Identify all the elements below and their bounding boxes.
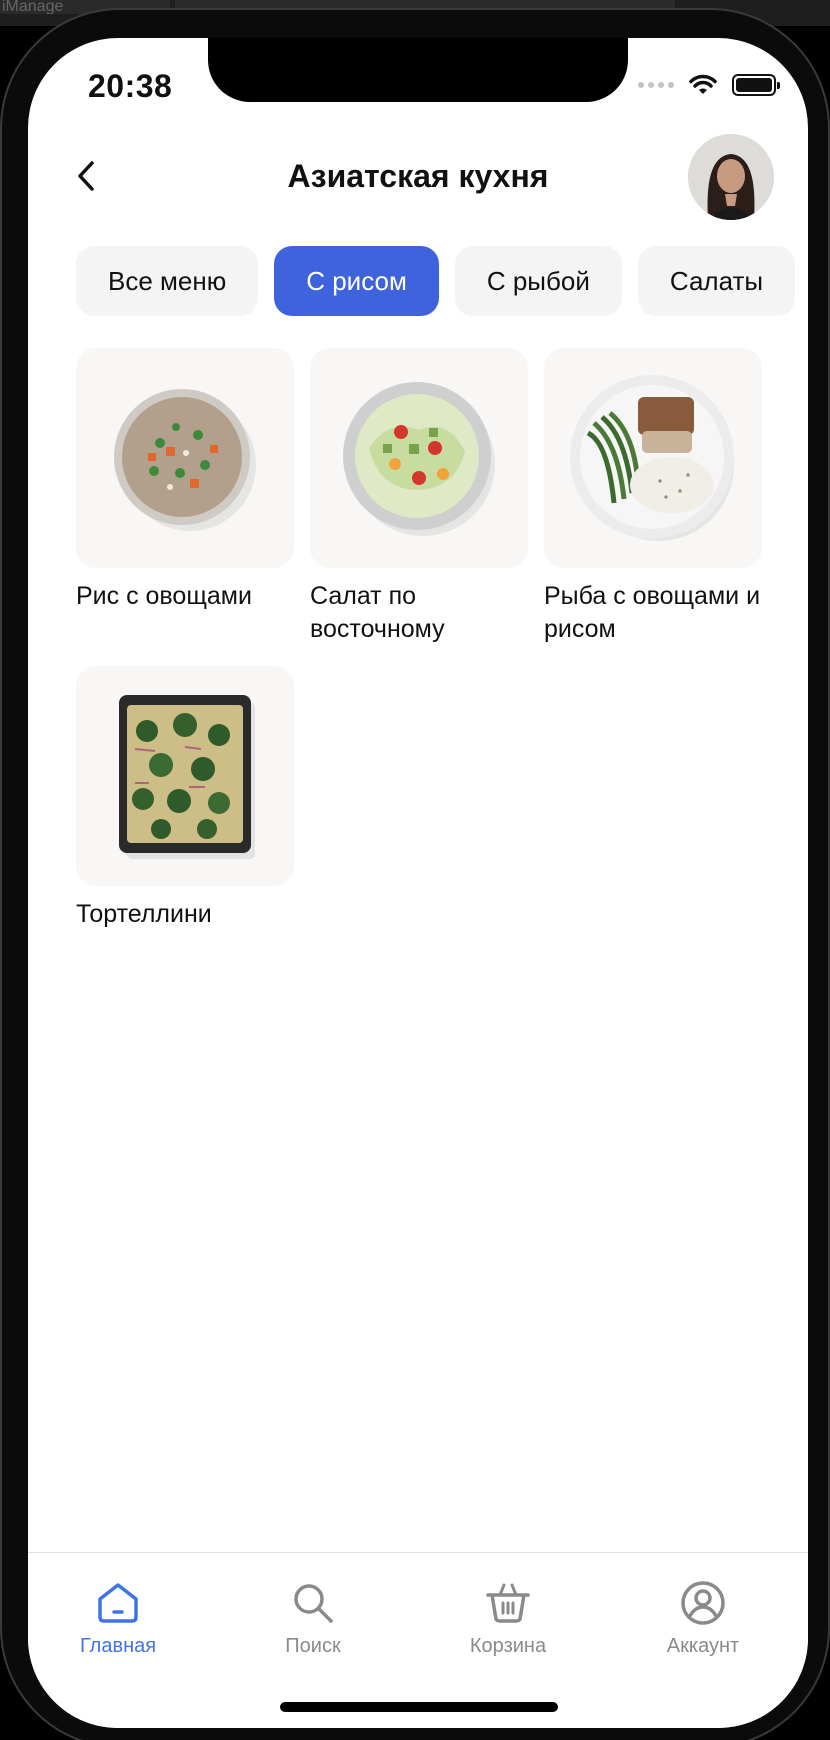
dish-name: Салат по восточному	[310, 582, 445, 643]
chevron-left-icon	[78, 161, 94, 191]
back-button[interactable]	[64, 154, 108, 198]
dish-card[interactable]: Рис с овощами	[76, 348, 294, 613]
home-indicator[interactable]	[280, 1702, 558, 1712]
status-icons	[638, 74, 780, 96]
status-time: 20:38	[88, 68, 173, 104]
battery-icon	[732, 74, 780, 96]
chip-salads[interactable]: Салаты	[637, 246, 796, 316]
tab-label: Аккаунт	[666, 1635, 740, 1657]
dish-card[interactable]: Рыба с овощами и рисом	[544, 348, 762, 646]
dish-image-fish-vegetables-rice	[544, 348, 762, 568]
chip-with-rice[interactable]: С рисом	[274, 246, 439, 316]
tab-label: Главная	[79, 1635, 157, 1657]
dish-name: Рис с овощами	[76, 582, 252, 610]
chip-with-fish[interactable]: С рыбой	[454, 246, 622, 316]
dish-name: Тортеллини	[76, 900, 212, 928]
dish-image-oriental-salad	[310, 348, 528, 568]
header: Азиатская кухня	[28, 134, 808, 234]
wifi-icon	[689, 74, 717, 94]
tab-basket[interactable]: Корзина	[418, 1575, 598, 1658]
account-icon	[681, 1581, 725, 1625]
avatar[interactable]	[688, 134, 774, 220]
dish-image-tortellini	[76, 666, 294, 886]
home-icon	[98, 1583, 138, 1623]
dish-name: Рыба с овощами и рисом	[544, 582, 761, 643]
dish-card[interactable]: Тортеллини	[76, 666, 294, 931]
avatar-photo	[688, 134, 774, 220]
chip-all-menu[interactable]: Все меню	[76, 246, 259, 316]
basket-icon	[486, 1583, 530, 1623]
tab-search[interactable]: Поиск	[223, 1575, 403, 1658]
app-screen: 20:38 Азиатская кухня Все меню С рисом С…	[28, 38, 808, 1728]
dish-card[interactable]: Салат по восточному	[310, 348, 528, 646]
device-notch	[208, 38, 628, 102]
tab-label: Поиск	[285, 1635, 341, 1657]
search-icon	[294, 1584, 333, 1623]
tab-account[interactable]: Аккаунт	[613, 1575, 793, 1658]
tab-home[interactable]: Главная	[28, 1575, 208, 1658]
tab-label: Корзина	[469, 1635, 547, 1657]
dish-image-rice-with-vegetables	[76, 348, 294, 568]
cellular-signal-icon	[638, 82, 674, 88]
category-filter-bar: Все меню С рисом С рыбой Салаты	[76, 246, 796, 316]
